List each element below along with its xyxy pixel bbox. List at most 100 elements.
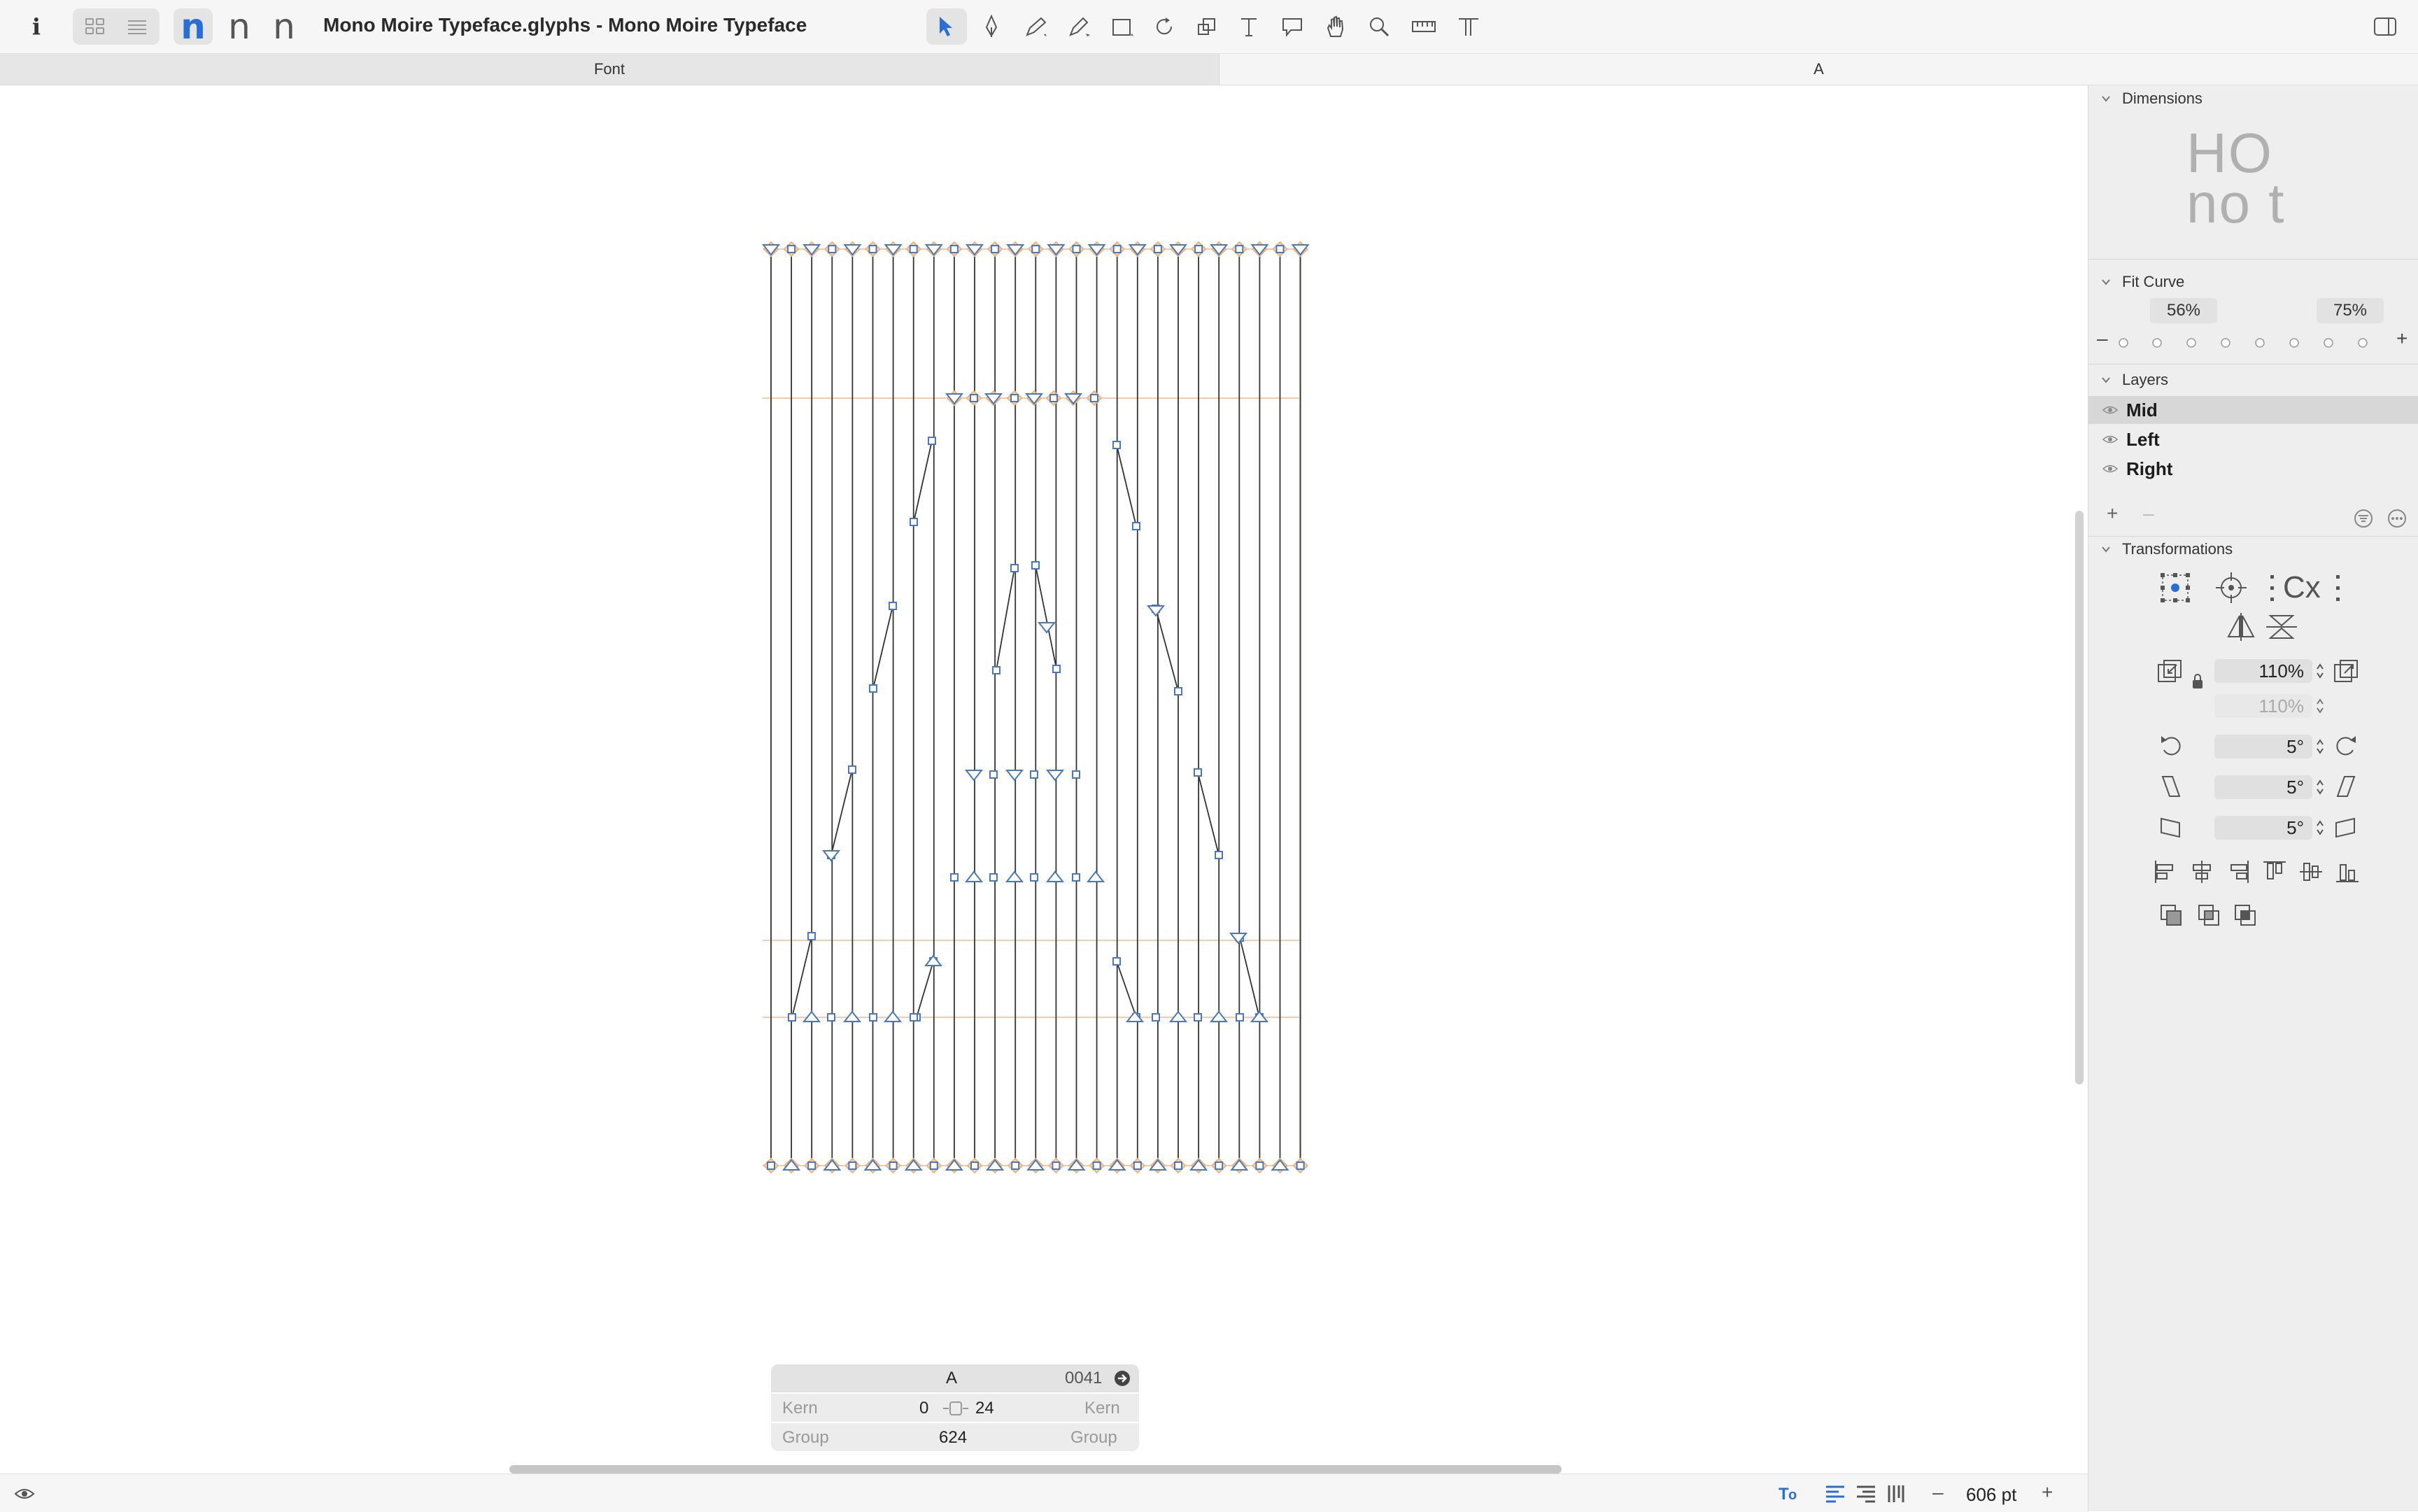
- skew-field[interactable]: 5°: [2214, 816, 2312, 840]
- transform-origin-glyph-icon[interactable]: Cx: [2268, 571, 2345, 605]
- direction-node[interactable]: [1146, 605, 1166, 617]
- scale-up-icon[interactable]: [2332, 658, 2360, 686]
- skew-left-icon[interactable]: [2158, 814, 2184, 840]
- pencil-tool-icon[interactable]: [1061, 8, 1098, 45]
- corner-node[interactable]: [1031, 245, 1040, 253]
- lock-icon[interactable]: [2191, 673, 2205, 690]
- align-left-icon[interactable]: [2153, 859, 2178, 884]
- corner-node[interactable]: [989, 770, 998, 779]
- info-icon[interactable]: i: [25, 8, 48, 45]
- corner-node[interactable]: [1215, 1161, 1224, 1170]
- measure-tool-icon[interactable]: [1405, 8, 1443, 45]
- scale-width-field[interactable]: 110%: [2214, 659, 2312, 683]
- vertical-scrollbar[interactable]: [2075, 511, 2084, 1084]
- direction-node[interactable]: [924, 954, 943, 966]
- zoom-in-button[interactable]: +: [2042, 1481, 2053, 1504]
- corner-node[interactable]: [869, 684, 877, 693]
- pen-tool-icon[interactable]: [1017, 8, 1055, 45]
- layer-row-left[interactable]: Left: [2088, 425, 2418, 453]
- glyph-view-n-3[interactable]: n: [264, 8, 304, 45]
- corner-node[interactable]: [807, 932, 816, 940]
- corner-node[interactable]: [991, 245, 1000, 253]
- width-field[interactable]: 624: [939, 1428, 967, 1448]
- skew-stepper[interactable]: [2315, 817, 2325, 838]
- layer-options-icon[interactable]: [2387, 508, 2408, 529]
- corner-node[interactable]: [848, 765, 856, 774]
- annotation-tool-icon[interactable]: [1275, 8, 1310, 45]
- scale-height-stepper[interactable]: [2315, 695, 2325, 716]
- align-middle-icon[interactable]: [2298, 859, 2324, 884]
- vertical-text-icon[interactable]: [1886, 1484, 1904, 1504]
- corner-node[interactable]: [827, 1013, 835, 1022]
- rectangle-tool-icon[interactable]: [1104, 8, 1142, 45]
- corner-node[interactable]: [989, 873, 998, 882]
- corner-node[interactable]: [1052, 665, 1061, 673]
- corner-node[interactable]: [1275, 245, 1285, 253]
- direction-node[interactable]: [1086, 870, 1105, 882]
- rsb-field[interactable]: 24: [975, 1399, 994, 1418]
- rotate-field[interactable]: 5°: [2214, 735, 2312, 758]
- corner-node[interactable]: [1194, 245, 1203, 253]
- glyph-view-n-selected[interactable]: n: [174, 8, 213, 45]
- layers-section-header[interactable]: Layers: [2101, 371, 2168, 389]
- subtract-icon[interactable]: [2196, 903, 2221, 928]
- grid-view-icon[interactable]: [74, 8, 116, 45]
- rotate-stepper[interactable]: [2315, 736, 2325, 757]
- corner-node[interactable]: [910, 1013, 918, 1022]
- direction-node[interactable]: [964, 770, 984, 782]
- corner-node[interactable]: [1255, 1161, 1264, 1170]
- scale-down-icon[interactable]: [2156, 658, 2184, 686]
- slant-left-icon[interactable]: [2158, 774, 2184, 799]
- fit-curve-section-header[interactable]: Fit Curve: [2101, 273, 2184, 291]
- transform-origin-crosshair-icon[interactable]: [2214, 571, 2248, 605]
- align-right-icon[interactable]: [2226, 859, 2251, 884]
- direction-node[interactable]: [1005, 770, 1024, 782]
- sidebar-toggle-icon[interactable]: [2368, 8, 2403, 45]
- fit-curve-slider[interactable]: [2116, 336, 2396, 350]
- corner-node[interactable]: [1072, 245, 1081, 253]
- list-view-icon[interactable]: [116, 8, 158, 45]
- remove-layer-button[interactable]: –: [2143, 502, 2154, 525]
- corner-node[interactable]: [950, 873, 959, 882]
- rotate-right-icon[interactable]: [2333, 733, 2359, 758]
- layer-visibility-icon[interactable]: [2102, 434, 2118, 444]
- corner-node[interactable]: [848, 1161, 857, 1170]
- corner-node[interactable]: [1092, 1161, 1101, 1170]
- zoom-level[interactable]: 606 pt: [1966, 1484, 2016, 1506]
- corner-node[interactable]: [992, 666, 1001, 674]
- corner-node[interactable]: [970, 1161, 979, 1170]
- corner-node[interactable]: [910, 518, 918, 526]
- type-tool-icon[interactable]: [1450, 8, 1487, 45]
- corner-node[interactable]: [1235, 245, 1244, 253]
- corner-node[interactable]: [1112, 957, 1121, 966]
- corner-node[interactable]: [1132, 522, 1140, 530]
- scale-width-stepper[interactable]: [2315, 660, 2325, 681]
- dimensions-section-header[interactable]: Dimensions: [2101, 90, 2203, 108]
- corner-node[interactable]: [1194, 1013, 1202, 1022]
- corner-node[interactable]: [970, 394, 978, 402]
- corner-node[interactable]: [1236, 1013, 1244, 1022]
- tab-font[interactable]: Font: [0, 54, 1219, 85]
- corner-node[interactable]: [1090, 394, 1098, 402]
- layer-row-mid[interactable]: Mid: [2088, 396, 2418, 424]
- glyph-view-n-2[interactable]: n: [220, 8, 259, 45]
- corner-node[interactable]: [1152, 1013, 1160, 1022]
- transformations-section-header[interactable]: Transformations: [2101, 540, 2233, 558]
- intersect-icon[interactable]: [2233, 903, 2258, 928]
- corner-node[interactable]: [1049, 394, 1058, 402]
- corner-node[interactable]: [1072, 770, 1080, 779]
- select-tool-icon[interactable]: [926, 8, 967, 45]
- slant-field[interactable]: 5°: [2214, 775, 2312, 799]
- fit-curve-left-value[interactable]: 56%: [2150, 298, 2217, 323]
- draw-tool-icon[interactable]: [974, 8, 1009, 45]
- layer-filter-icon[interactable]: [2353, 508, 2374, 529]
- glyph-canvas[interactable]: A 0041 Kern 0 24 Kern Group 624 Group: [0, 85, 2072, 1460]
- direction-node[interactable]: [1037, 622, 1056, 634]
- hand-tool-icon[interactable]: [1318, 8, 1353, 45]
- corner-node[interactable]: [1011, 1161, 1020, 1170]
- align-center-icon[interactable]: [2189, 859, 2214, 884]
- corner-node[interactable]: [1031, 561, 1040, 570]
- arrow-circle-icon[interactable]: [1114, 1370, 1131, 1387]
- zoom-tool-icon[interactable]: [1362, 8, 1397, 45]
- corner-node[interactable]: [1194, 768, 1202, 777]
